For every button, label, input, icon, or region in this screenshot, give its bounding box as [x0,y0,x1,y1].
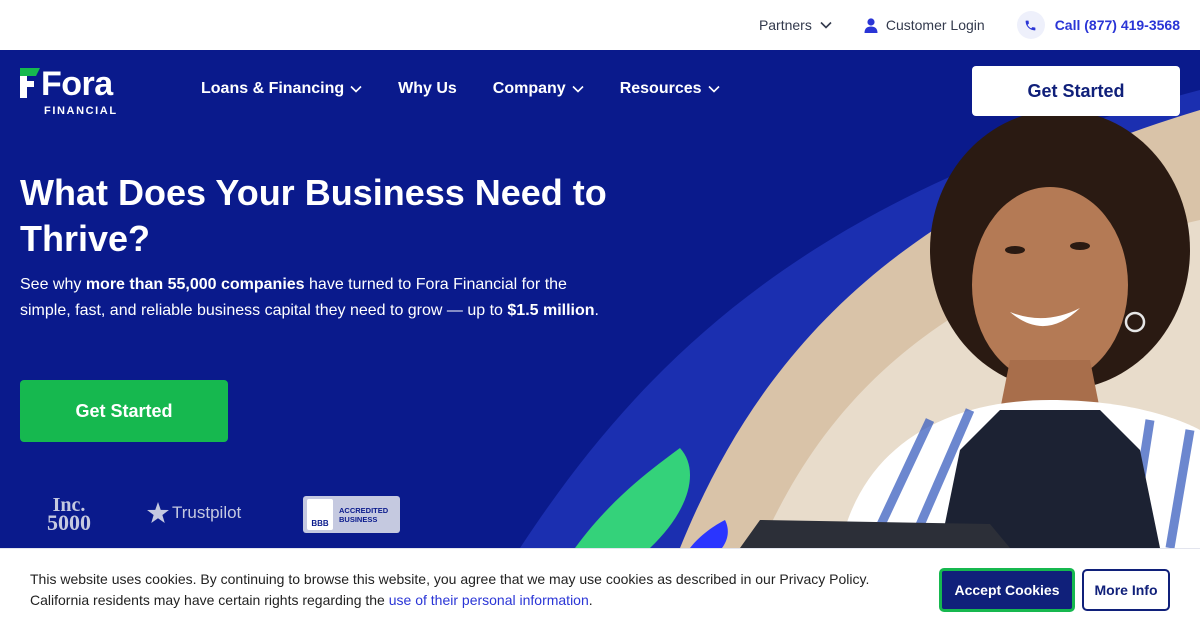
partners-label: Partners [758,17,812,33]
nav-item-label: Resources [619,80,702,97]
nav-item-label: Company [492,80,566,97]
hero-subcopy: See why more than 55,000 companies have … [20,272,610,324]
bbb-line2: BUSINESS [339,514,378,524]
partners-menu[interactable]: Partners [759,17,832,33]
header-get-started-button[interactable]: Get Started [972,66,1180,116]
customer-login-label: Customer Login [885,17,985,33]
inc-5000-badge: Inc. 5000 [40,495,98,536]
call-link[interactable]: Call (877) 419-3568 [1016,11,1180,39]
subcopy-highlight: $1.5 million [507,302,595,319]
nav-item-company[interactable]: Company [493,80,584,98]
cookie-text: . [588,592,593,608]
bbb-accredited-badge: BBB ACCREDITED BUSINESS [303,496,400,533]
hero-get-started-button[interactable]: Get Started [20,380,228,442]
fora-financial-logo[interactable]: Fora FINANCIAL [20,66,120,120]
main-nav: Loans & Financing Why Us Company Resourc… [201,80,756,98]
nav-item-resources[interactable]: Resources [620,80,720,98]
hero-headline: What Does Your Business Need to Thrive? [20,172,607,259]
user-icon [864,17,878,33]
trustpilot-label: Trustpilot [172,502,242,522]
logo-wordmark: Fora [41,65,113,103]
subcopy-highlight: more than 55,000 companies [85,276,305,293]
chevron-down-icon [350,85,362,93]
customer-login-link[interactable]: Customer Login [864,17,985,33]
cookie-message: This website uses cookies. By continuing… [30,569,910,611]
more-info-button[interactable]: More Info [1082,569,1170,611]
cookie-banner: This website uses cookies. By continuing… [0,548,1200,630]
trustpilot-badge: Trustpilot [147,502,241,523]
logo-subtext: FINANCIAL [44,105,118,117]
top-utility-bar: Partners Customer Login Call (877) 419-3… [0,0,1200,50]
bbb-text: ACCREDITED BUSINESS [339,506,388,524]
subcopy-text: See why [20,276,86,293]
nav-item-loans[interactable]: Loans & Financing [201,80,362,98]
hero-section: Fora FINANCIAL Loans & Financing Why Us … [0,50,1200,548]
nav-item-label: Why Us [398,80,457,97]
chevron-down-icon [572,85,584,93]
bbb-line1: ACCREDITED [339,505,389,515]
phone-number: Call (877) 419-3568 [1054,17,1180,33]
chevron-down-icon [707,85,720,93]
accept-cookies-button[interactable]: Accept Cookies [939,568,1075,612]
inc-badge-line2: 5000 [47,510,91,535]
bbb-logo-icon: BBB [307,499,333,530]
personal-info-link[interactable]: use of their personal information [389,592,589,608]
nav-item-why-us[interactable]: Why Us [398,80,457,98]
subcopy-text: . [594,302,599,319]
logo-mark-icon [20,68,40,98]
nav-item-label: Loans & Financing [201,80,345,97]
star-icon [147,502,169,523]
chevron-down-icon [820,21,832,29]
phone-icon [1016,11,1045,39]
